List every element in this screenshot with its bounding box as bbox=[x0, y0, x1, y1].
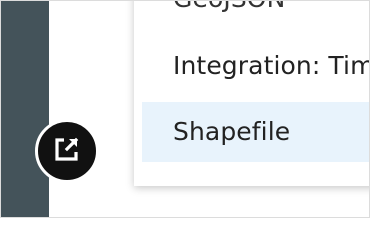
open-in-new-icon bbox=[52, 134, 82, 168]
menu-item-geojson[interactable]: GeoJSON bbox=[142, 1, 369, 28]
menu-item-integration[interactable]: Integration: Tim bbox=[142, 37, 370, 95]
menu-item-shapefile[interactable]: Shapefile bbox=[142, 102, 369, 162]
side-rail bbox=[1, 1, 49, 217]
screenshot-frame: GeoJSON Integration: Tim Shapefile bbox=[0, 0, 370, 218]
dropdown-menu: GeoJSON Integration: Tim Shapefile bbox=[142, 1, 370, 179]
menu-item-label: Shapefile bbox=[173, 117, 291, 146]
menu-item-label: Integration: Tim bbox=[173, 51, 370, 80]
open-external-button[interactable] bbox=[35, 119, 99, 183]
menu-item-label: GeoJSON bbox=[142, 1, 369, 28]
